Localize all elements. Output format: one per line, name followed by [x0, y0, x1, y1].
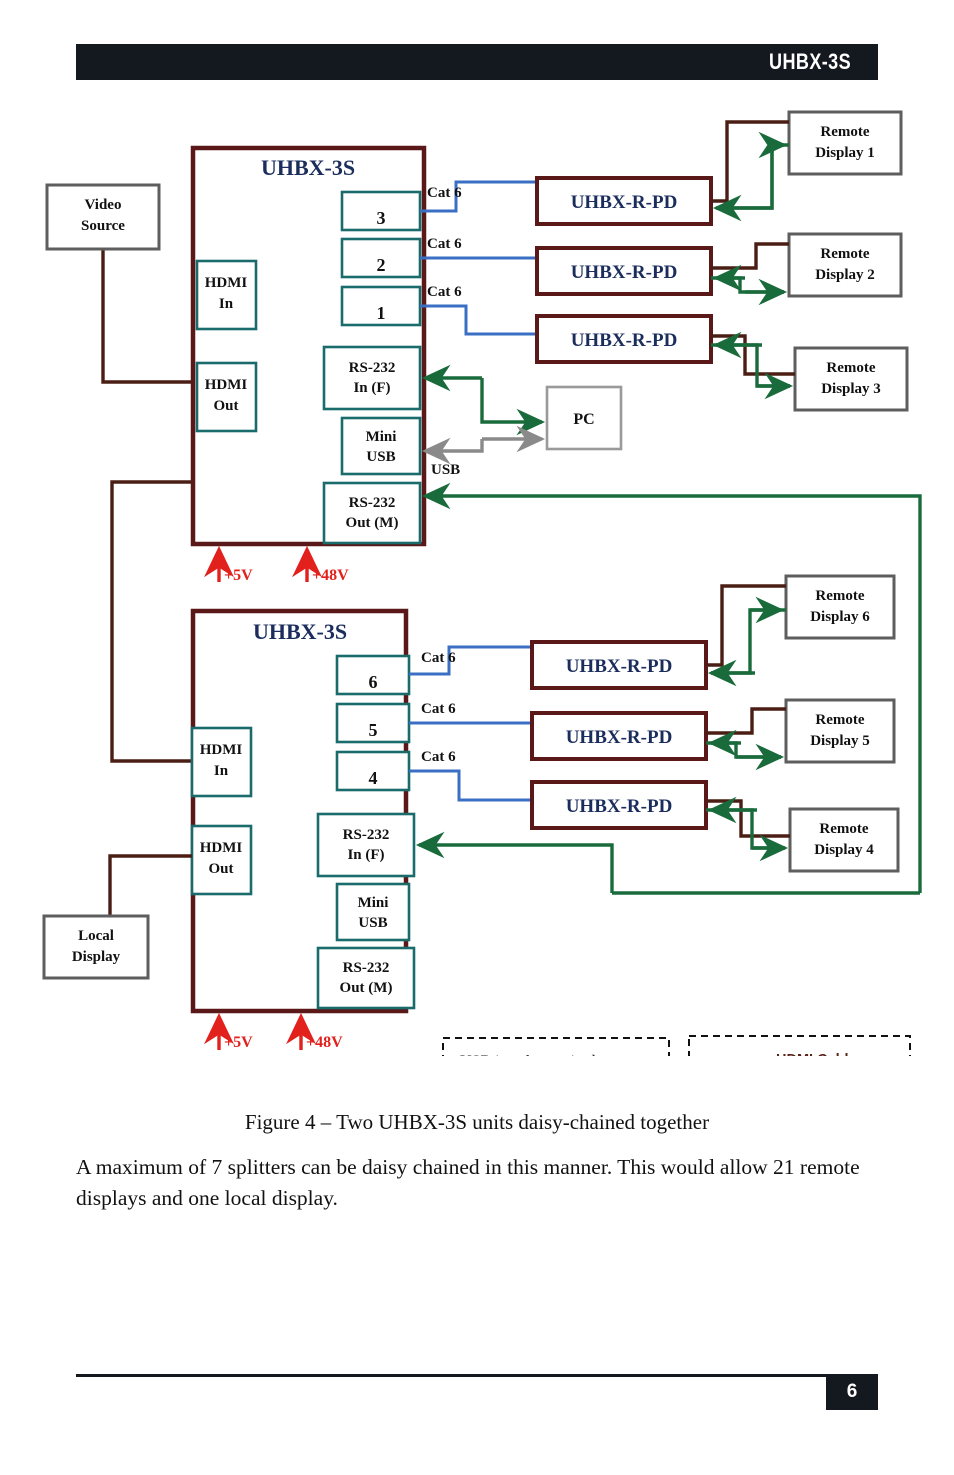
- cat6-label-top-2: Cat 6: [427, 236, 462, 252]
- unit-bottom-hdmi-out-l1: HDMI: [200, 840, 243, 856]
- unit-top-port-2: 2: [377, 255, 386, 275]
- unit-bottom-mini-usb-l1: Mini: [358, 895, 389, 911]
- unit-bottom-rs232-in-l2: In (F): [347, 847, 384, 863]
- display-2-l2: Display 2: [815, 267, 875, 283]
- display-4-l2: Display 4: [814, 842, 874, 858]
- display-3-l2: Display 3: [821, 381, 881, 397]
- unit-bottom-port-4: 4: [369, 768, 378, 788]
- unit-bottom-hdmi-out-l2: Out: [208, 861, 233, 877]
- display-1-l2: Display 1: [815, 145, 875, 161]
- display-3-l1: Remote: [826, 360, 875, 376]
- pc-box-label: PC: [573, 411, 594, 428]
- unit-bottom-title: UHBX-3S: [253, 619, 347, 644]
- footer-rule: [76, 1374, 878, 1377]
- unit-bottom-rs232-out-l2: Out (M): [340, 980, 393, 996]
- cat6-label-bottom-2: Cat 6: [421, 701, 456, 717]
- unit-top-rs232-out-l2: Out (M): [346, 515, 399, 531]
- receiver-bottom-3: UHBX-R-PD: [566, 796, 673, 817]
- document-page: UHBX-3S UHBX-3S 3 2 1 HDMI In HDMI Out R…: [0, 0, 954, 1475]
- unit-top-hdmi-in-l2: In: [219, 296, 234, 312]
- note-line-1: USB is only required to: [460, 1053, 612, 1056]
- video-source-l2: Source: [81, 218, 125, 234]
- display-2-l1: Remote: [820, 246, 869, 262]
- display-5-l2: Display 5: [810, 733, 870, 749]
- cat6-label-bottom-3: Cat 6: [421, 749, 456, 765]
- receiver-top-3: UHBX-R-PD: [571, 330, 678, 351]
- unit-top-mini-usb-l2: USB: [366, 449, 395, 465]
- page-header-bar: UHBX-3S: [76, 44, 878, 80]
- page-number: 6: [826, 1374, 878, 1410]
- receiver-bottom-2: UHBX-R-PD: [566, 727, 673, 748]
- unit-top-hdmi-out-l1: HDMI: [205, 377, 248, 393]
- cat6-label-bottom-1: Cat 6: [421, 650, 456, 666]
- unit-top-hdmi-in-l1: HDMI: [205, 275, 248, 291]
- display-5-l1: Remote: [815, 712, 864, 728]
- unit-bottom-port-6: 6: [369, 672, 378, 692]
- video-source-l1: Video: [85, 197, 122, 213]
- unit-top-rs232-in-l2: In (F): [353, 380, 390, 396]
- unit-bottom-power-48v: +48V: [306, 1034, 343, 1051]
- unit-top-hdmi-out-l2: Out: [213, 398, 238, 414]
- page-header-title: UHBX-3S: [768, 49, 851, 74]
- body-paragraph: A maximum of 7 splitters can be daisy ch…: [76, 1155, 860, 1210]
- unit-bottom-hdmi-in-l2: In: [214, 763, 229, 779]
- unit-top-rs232-in-l1: RS-232: [349, 360, 396, 376]
- unit-bottom-rs232-out-l1: RS-232: [343, 960, 390, 976]
- unit-top-power-48v: +48V: [312, 567, 349, 584]
- unit-bottom-rs232-in-l1: RS-232: [343, 827, 390, 843]
- unit-bottom-hdmi-in-l1: HDMI: [200, 742, 243, 758]
- cat6-label-top-3: Cat 6: [427, 284, 462, 300]
- unit-top-port-1: 1: [377, 303, 386, 323]
- unit-top-port-3: 3: [377, 208, 386, 228]
- display-6-l2: Display 6: [810, 609, 870, 625]
- usb-cable-label: USB: [431, 462, 460, 478]
- unit-bottom-power-5v: +5V: [224, 1034, 253, 1051]
- unit-top-mini-usb-l1: Mini: [366, 429, 397, 445]
- unit-bottom-port-5: 5: [369, 720, 378, 740]
- display-4-l1: Remote: [819, 821, 868, 837]
- receiver-bottom-1: UHBX-R-PD: [566, 656, 673, 677]
- unit-top-title: UHBX-3S: [261, 155, 355, 180]
- unit-bottom-mini-usb-l2: USB: [358, 915, 387, 931]
- figure-caption: Figure 4 – Two UHBX-3S units daisy-chain…: [244, 1110, 710, 1134]
- unit-top-power-5v: +5V: [224, 567, 253, 584]
- display-1-l1: Remote: [820, 124, 869, 140]
- figure-diagram: UHBX-3S 3 2 1 HDMI In HDMI Out RS-232 In…: [0, 96, 954, 1056]
- receiver-top-2: UHBX-R-PD: [571, 262, 678, 283]
- legend-hdmi-label: HDMI Cable: [776, 1052, 857, 1056]
- local-display-l2: Display: [72, 949, 121, 965]
- unit-top-rs232-out-l1: RS-232: [349, 495, 396, 511]
- display-6-l1: Remote: [815, 588, 864, 604]
- local-display-l1: Local: [78, 928, 114, 944]
- cat6-label-top-1: Cat 6: [427, 185, 462, 201]
- receiver-top-1: UHBX-R-PD: [571, 192, 678, 213]
